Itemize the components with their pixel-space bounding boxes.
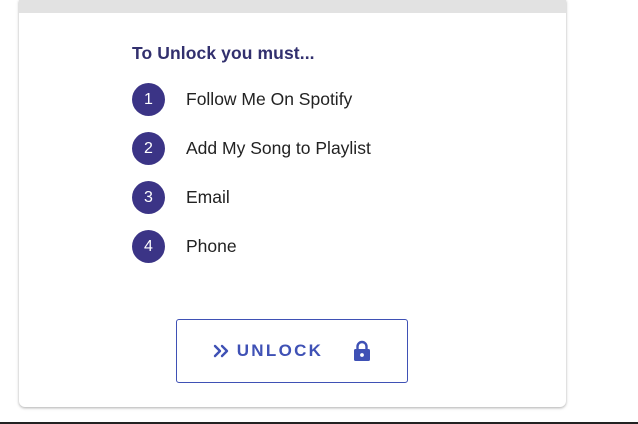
unlock-requirements: To Unlock you must... 1 Follow Me On Spo… [132,42,532,279]
unlock-button-label: UNLOCK [236,341,324,360]
step-number-badge: 3 [132,181,165,214]
step-number-badge: 4 [132,230,165,263]
requirement-email[interactable]: 3 Email [132,181,532,214]
requirement-follow-spotify[interactable]: 1 Follow Me On Spotify [132,83,532,116]
lock-icon [353,340,371,362]
step-label: Follow Me On Spotify [186,89,353,109]
card-top-bar [19,0,566,13]
requirements-list: 1 Follow Me On Spotify 2 Add My Song to … [132,83,532,263]
unlock-card: To Unlock you must... 1 Follow Me On Spo… [19,0,566,407]
unlock-heading: To Unlock you must... [132,43,315,63]
step-number-badge: 1 [132,83,165,116]
page: To Unlock you must... 1 Follow Me On Spo… [0,0,638,424]
step-label: Add My Song to Playlist [186,138,371,158]
step-label: Phone [186,236,237,256]
requirement-add-song-playlist[interactable]: 2 Add My Song to Playlist [132,132,532,165]
step-label: Email [186,187,230,207]
step-number-badge: 2 [132,132,165,165]
unlock-button[interactable]: UNLOCK [176,319,408,383]
requirement-phone[interactable]: 4 Phone [132,230,532,263]
double-chevron-right-icon [213,344,231,358]
